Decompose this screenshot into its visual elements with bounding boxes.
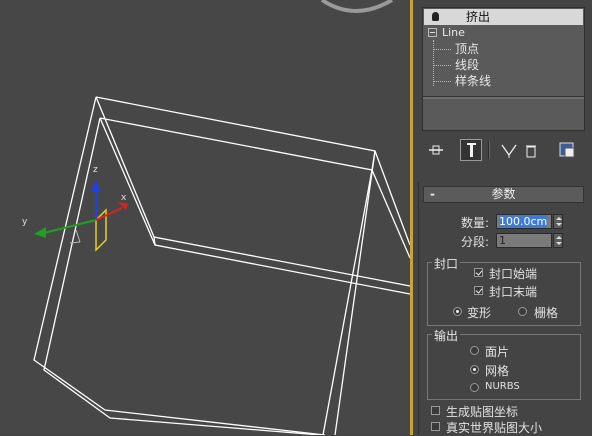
tree-connector bbox=[433, 40, 434, 86]
amount-label: 数量: bbox=[460, 216, 489, 230]
stack-divider bbox=[423, 96, 584, 99]
amount-spinner[interactable] bbox=[553, 214, 563, 229]
stack-subitem-spline[interactable]: 样条线 bbox=[455, 73, 491, 89]
mesh-label[interactable]: 网格 bbox=[485, 362, 509, 379]
toolbar-separator bbox=[488, 141, 490, 159]
extruded-line-wireframe[interactable] bbox=[33, 96, 410, 435]
grid-label[interactable]: 栅格 bbox=[534, 304, 558, 321]
segments-label: 分段: bbox=[460, 235, 489, 249]
stack-subitem-vertex[interactable]: 顶点 bbox=[455, 41, 479, 57]
segments-input[interactable]: 1 bbox=[496, 233, 552, 248]
nurbs-radio[interactable] bbox=[470, 383, 479, 392]
morph-label[interactable]: 变形 bbox=[467, 304, 491, 321]
x-axis bbox=[95, 207, 123, 221]
remove-modifier-icon[interactable] bbox=[520, 139, 542, 161]
amount-input[interactable]: 100.0cm bbox=[496, 214, 552, 229]
patch-radio[interactable] bbox=[470, 346, 479, 355]
stack-item-line[interactable]: Line bbox=[428, 25, 465, 41]
generate-mapping-label[interactable]: 生成贴图坐标 bbox=[446, 403, 518, 420]
rollout-title: 参数 bbox=[491, 187, 516, 201]
output-group-title: 输出 bbox=[432, 327, 461, 344]
stack-toolbar bbox=[420, 137, 590, 165]
viewport-canvas: z x y bbox=[22, 0, 410, 435]
z-axis-label: z bbox=[93, 165, 98, 175]
perspective-viewport[interactable]: z x y bbox=[0, 0, 410, 435]
y-axis-label: y bbox=[22, 217, 28, 227]
cap-end-label[interactable]: 封口末端 bbox=[489, 283, 537, 300]
cap-start-label[interactable]: 封口始端 bbox=[489, 265, 537, 282]
make-unique-icon[interactable] bbox=[498, 139, 520, 161]
y-axis bbox=[43, 219, 97, 234]
real-world-map-size-checkbox[interactable] bbox=[431, 422, 440, 431]
nurbs-label[interactable]: NURBS bbox=[485, 381, 520, 392]
real-world-map-size-label[interactable]: 真实世界贴图大小 bbox=[446, 419, 542, 436]
collapse-toggle-icon[interactable] bbox=[428, 27, 437, 37]
stack-item-label: 挤出 bbox=[466, 10, 491, 24]
rollout-header[interactable]: - 参数 bbox=[423, 186, 584, 203]
morph-radio[interactable] bbox=[453, 307, 462, 316]
lightbulb-icon[interactable] bbox=[432, 12, 439, 21]
viewcube-ring-icon[interactable] bbox=[320, 0, 394, 13]
show-end-result-icon[interactable] bbox=[460, 139, 482, 161]
configure-modifier-sets-icon[interactable] bbox=[556, 139, 578, 161]
mesh-radio[interactable] bbox=[470, 365, 479, 374]
capping-group-title: 封口 bbox=[432, 255, 461, 272]
cap-end-checkbox[interactable] bbox=[474, 286, 483, 295]
cap-start-checkbox[interactable] bbox=[474, 268, 483, 277]
parameters-rollout: - 参数 数量: 100.0cm 分段: 1 封口 封口始端 封口末端 变形 栅… bbox=[418, 182, 589, 435]
transform-gizmo[interactable]: z x y bbox=[22, 165, 128, 252]
stack-item-extrude[interactable]: 挤出 bbox=[424, 9, 583, 25]
segments-spinner[interactable] bbox=[553, 233, 563, 248]
modifier-stack-list[interactable]: 挤出 Line 顶点 线段 样条线 bbox=[422, 7, 585, 131]
stack-subitem-segment[interactable]: 线段 bbox=[455, 57, 479, 73]
generate-mapping-checkbox[interactable] bbox=[431, 406, 440, 415]
patch-label[interactable]: 面片 bbox=[485, 343, 509, 360]
stack-item-label: Line bbox=[442, 26, 465, 39]
grid-radio[interactable] bbox=[518, 307, 527, 316]
x-axis-label: x bbox=[121, 193, 127, 203]
pin-stack-icon[interactable] bbox=[425, 139, 447, 161]
